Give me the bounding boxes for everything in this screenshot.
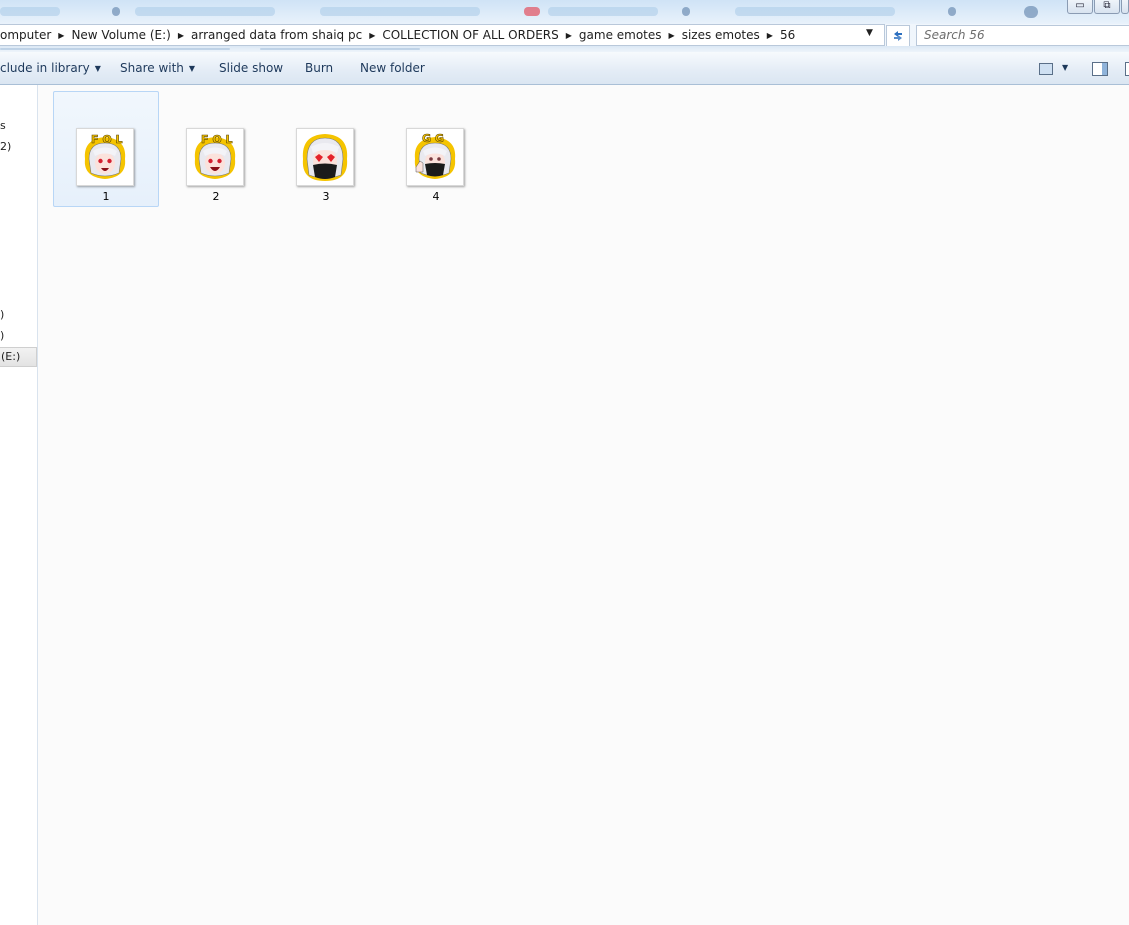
image-thumbnail [296,128,354,186]
taskbar-ghost [1024,6,1038,18]
nav-item[interactable]: ) [0,308,4,321]
file-list: F O L 1 F O L 2 3 G G 4 [38,85,1129,925]
breadcrumb[interactable]: omputer ▶ New Volume (E:) ▶ arranged dat… [0,24,885,46]
image-thumbnail: F O L [76,128,134,186]
emote-thumbnail-icon: G G [414,132,456,179]
include-in-library-button[interactable]: clude in library ▼ [0,61,101,75]
close-button[interactable] [1121,0,1129,14]
restore-button[interactable]: ⧉ [1094,0,1120,14]
command-bar: clude in library ▼ Share with ▼ Slide show… [0,52,1129,85]
breadcrumb-item[interactable]: game emotes [579,28,666,42]
refresh-icon [894,31,902,41]
taskbar-ghost [735,7,895,16]
chevron-right-icon[interactable]: ▶ [55,31,71,40]
taskbar-ghost [682,7,690,16]
new-folder-button[interactable]: New folder [360,61,425,75]
breadcrumb-item[interactable]: New Volume (E:) [71,28,174,42]
chevron-right-icon[interactable]: ▶ [563,31,579,40]
image-thumbnail: F O L [186,128,244,186]
breadcrumb-item[interactable]: COLLECTION OF ALL ORDERS [382,28,562,42]
breadcrumb-item[interactable]: arranged data from shaiq pc [191,28,366,42]
taskbar-ghost [548,7,658,16]
preview-pane-icon[interactable] [1092,62,1108,76]
nav-item[interactable]: ) [0,329,4,342]
breadcrumb-item-current[interactable]: 56 [780,28,799,42]
taskbar-ghost [135,7,275,16]
file-item[interactable]: F O L 1 [53,91,159,207]
minimize-button[interactable]: ▭ [1067,0,1093,14]
taskbar-ghost [320,7,480,16]
chevron-down-icon[interactable]: ▼ [866,28,873,38]
search-box[interactable] [916,25,1129,46]
search-input[interactable] [917,26,1104,43]
taskbar-ghost [0,7,60,16]
taskbar-ghost [524,7,540,16]
slide-show-button[interactable]: Slide show [219,61,283,75]
nav-item[interactable]: s [0,119,6,132]
breadcrumb-item[interactable]: omputer [0,28,55,42]
file-item[interactable]: F O L 2 [163,91,269,207]
image-thumbnail: G G [406,128,464,186]
file-item[interactable]: 3 [273,91,379,207]
chevron-down-icon: ▼ [94,64,101,73]
help-icon[interactable] [1125,62,1129,76]
chevron-right-icon[interactable]: ▶ [666,31,682,40]
change-view-icon[interactable] [1039,63,1053,75]
emote-thumbnail-icon: F O L [194,133,236,179]
taskbar-ghost [948,7,956,16]
chevron-down-icon[interactable]: ▼ [1062,63,1068,72]
chevron-right-icon[interactable]: ▶ [366,31,382,40]
chevron-down-icon: ▼ [188,64,196,73]
taskbar-ghost [112,7,120,16]
taskbar-strip: ▭ ⧉ [0,0,1129,24]
nav-item-selected[interactable]: (E:) [0,347,37,367]
share-with-button[interactable]: Share with ▼ [120,61,195,75]
burn-button[interactable]: Burn [305,61,333,75]
address-row: omputer ▶ New Volume (E:) ▶ arranged dat… [0,24,1129,47]
chevron-right-icon[interactable]: ▶ [764,31,780,40]
include-in-library-label: clude in library [0,61,90,75]
file-name: 4 [432,190,440,203]
file-name: 3 [322,190,330,203]
refresh-button[interactable] [886,25,910,47]
file-name: 2 [212,190,220,203]
breadcrumb-item[interactable]: sizes emotes [682,28,764,42]
file-name: 1 [102,190,110,203]
nav-item[interactable]: 2) [0,140,11,153]
window-controls: ▭ ⧉ [1066,0,1129,15]
navigation-pane: s 2) ) ) (E:) [0,85,38,925]
file-item[interactable]: G G 4 [383,91,489,207]
emote-thumbnail-icon: F O L [84,133,126,179]
share-with-label: Share with [120,61,184,75]
chevron-right-icon[interactable]: ▶ [175,31,191,40]
emote-thumbnail-icon [302,134,348,181]
